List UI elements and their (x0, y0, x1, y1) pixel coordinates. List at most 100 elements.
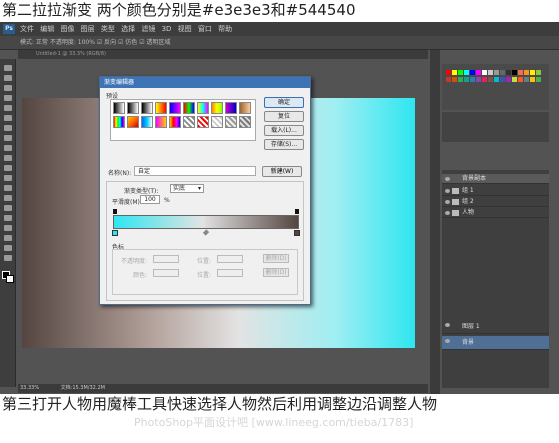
path-select-tool-icon[interactable] (4, 225, 12, 231)
preset-swatch[interactable] (239, 116, 251, 128)
marquee-tool-icon[interactable] (4, 75, 12, 81)
swatch[interactable] (512, 70, 517, 75)
swatch[interactable] (464, 70, 469, 75)
delete-color-stop-button[interactable]: 删除(D) (263, 268, 289, 277)
layer-row[interactable]: 背景 (442, 336, 549, 350)
swatch[interactable] (476, 77, 481, 82)
visibility-eye-icon[interactable] (445, 200, 450, 204)
document-tab[interactable]: Untitled-1 @ 33.3% (RGB/8) (18, 50, 428, 59)
swatch[interactable] (524, 77, 529, 82)
visibility-eye-icon[interactable] (445, 211, 450, 215)
swatch[interactable] (452, 77, 457, 82)
smoothness-field[interactable]: 100 (140, 195, 160, 204)
swatches-panel[interactable] (442, 64, 549, 110)
dodge-tool-icon[interactable] (4, 195, 12, 201)
layer-row[interactable]: 人物 (442, 208, 549, 218)
swatch[interactable] (500, 70, 505, 75)
dialog-title[interactable]: 渐变编辑器 (100, 77, 310, 88)
blur-tool-icon[interactable] (4, 185, 12, 191)
preset-swatch[interactable] (169, 116, 181, 128)
swatch[interactable] (482, 77, 487, 82)
swatch[interactable] (494, 70, 499, 75)
swatch[interactable] (494, 77, 499, 82)
preset-swatch[interactable] (169, 102, 181, 114)
swatch[interactable] (518, 70, 523, 75)
name-field[interactable]: 自定 (134, 166, 256, 176)
delete-opacity-stop-button[interactable]: 删除(D) (263, 254, 289, 263)
brush-tool-icon[interactable] (4, 135, 12, 141)
zoom-tool-icon[interactable] (4, 255, 12, 261)
swatch[interactable] (536, 77, 541, 82)
swatch[interactable] (512, 77, 517, 82)
layer-row[interactable]: 背景副本 (442, 174, 549, 184)
gradient-preview-bar[interactable] (113, 215, 299, 229)
gradient-tool-icon[interactable] (4, 175, 12, 181)
visibility-eye-icon[interactable] (445, 323, 450, 327)
eyedropper-tool-icon[interactable] (4, 115, 12, 121)
color-stop-right[interactable] (294, 230, 300, 236)
swatch[interactable] (458, 77, 463, 82)
swatch[interactable] (470, 70, 475, 75)
preset-swatch[interactable] (155, 102, 167, 114)
swatch[interactable] (530, 70, 535, 75)
adjustments-panel[interactable] (442, 112, 549, 142)
magic-wand-tool-icon[interactable] (4, 95, 12, 101)
swatch[interactable] (524, 70, 529, 75)
stop-color-field[interactable] (153, 269, 179, 277)
swatch[interactable] (518, 77, 523, 82)
zoom-level[interactable]: 33.33% (18, 385, 39, 391)
healing-tool-icon[interactable] (4, 125, 12, 131)
preset-swatch[interactable] (113, 102, 125, 114)
swatch[interactable] (452, 70, 457, 75)
preset-swatch[interactable] (155, 116, 167, 128)
preset-swatch[interactable] (113, 116, 125, 128)
move-tool-icon[interactable] (4, 65, 12, 71)
hand-tool-icon[interactable] (4, 245, 12, 251)
preset-swatch[interactable] (197, 102, 209, 114)
preset-swatch[interactable] (211, 102, 223, 114)
swatch[interactable] (464, 77, 469, 82)
history-brush-tool-icon[interactable] (4, 155, 12, 161)
swatch[interactable] (470, 77, 475, 82)
swatch[interactable] (536, 70, 541, 75)
pen-tool-icon[interactable] (4, 205, 12, 211)
preset-swatch[interactable] (141, 116, 153, 128)
layer-row[interactable]: 图层 1 (442, 320, 549, 334)
layer-row[interactable]: 组 1 (442, 186, 549, 196)
preset-swatch[interactable] (141, 102, 153, 114)
stop-opacity-field[interactable] (153, 255, 179, 263)
stop-location-field[interactable] (217, 255, 243, 263)
layer-row[interactable]: 组 2 (442, 197, 549, 207)
swatch[interactable] (458, 70, 463, 75)
swatch[interactable] (488, 70, 493, 75)
crop-tool-icon[interactable] (4, 105, 12, 111)
visibility-eye-icon[interactable] (445, 177, 450, 181)
swatch[interactable] (488, 77, 493, 82)
visibility-eye-icon[interactable] (445, 189, 450, 193)
swatch[interactable] (482, 70, 487, 75)
preset-swatch[interactable] (239, 102, 251, 114)
menu-items[interactable]: 文件 编辑 图像 图层 类型 选择 滤镜 3D 视图 窗口 帮助 (20, 22, 232, 36)
preset-swatch[interactable] (127, 116, 139, 128)
stop-color-location-field[interactable] (217, 269, 243, 277)
swatch[interactable] (446, 70, 451, 75)
color-stop-left[interactable] (112, 230, 118, 236)
swatch[interactable] (446, 77, 451, 82)
visibility-eye-icon[interactable] (445, 339, 450, 343)
swatch[interactable] (500, 77, 505, 82)
preset-swatch[interactable] (183, 102, 195, 114)
swatch[interactable] (506, 70, 511, 75)
preset-swatch[interactable] (127, 102, 139, 114)
preset-swatch[interactable] (197, 116, 209, 128)
type-tool-icon[interactable] (4, 215, 12, 221)
reset-button[interactable]: 复位 (264, 111, 304, 122)
preset-swatch[interactable] (225, 102, 237, 114)
shape-tool-icon[interactable] (4, 235, 12, 241)
preset-swatch[interactable] (211, 116, 223, 128)
save-button[interactable]: 存储(S)... (264, 139, 304, 150)
lasso-tool-icon[interactable] (4, 85, 12, 91)
eraser-tool-icon[interactable] (4, 165, 12, 171)
new-button[interactable]: 新建(W) (262, 166, 302, 177)
opacity-stop-left[interactable] (113, 209, 117, 214)
opacity-stop-right[interactable] (295, 209, 299, 214)
